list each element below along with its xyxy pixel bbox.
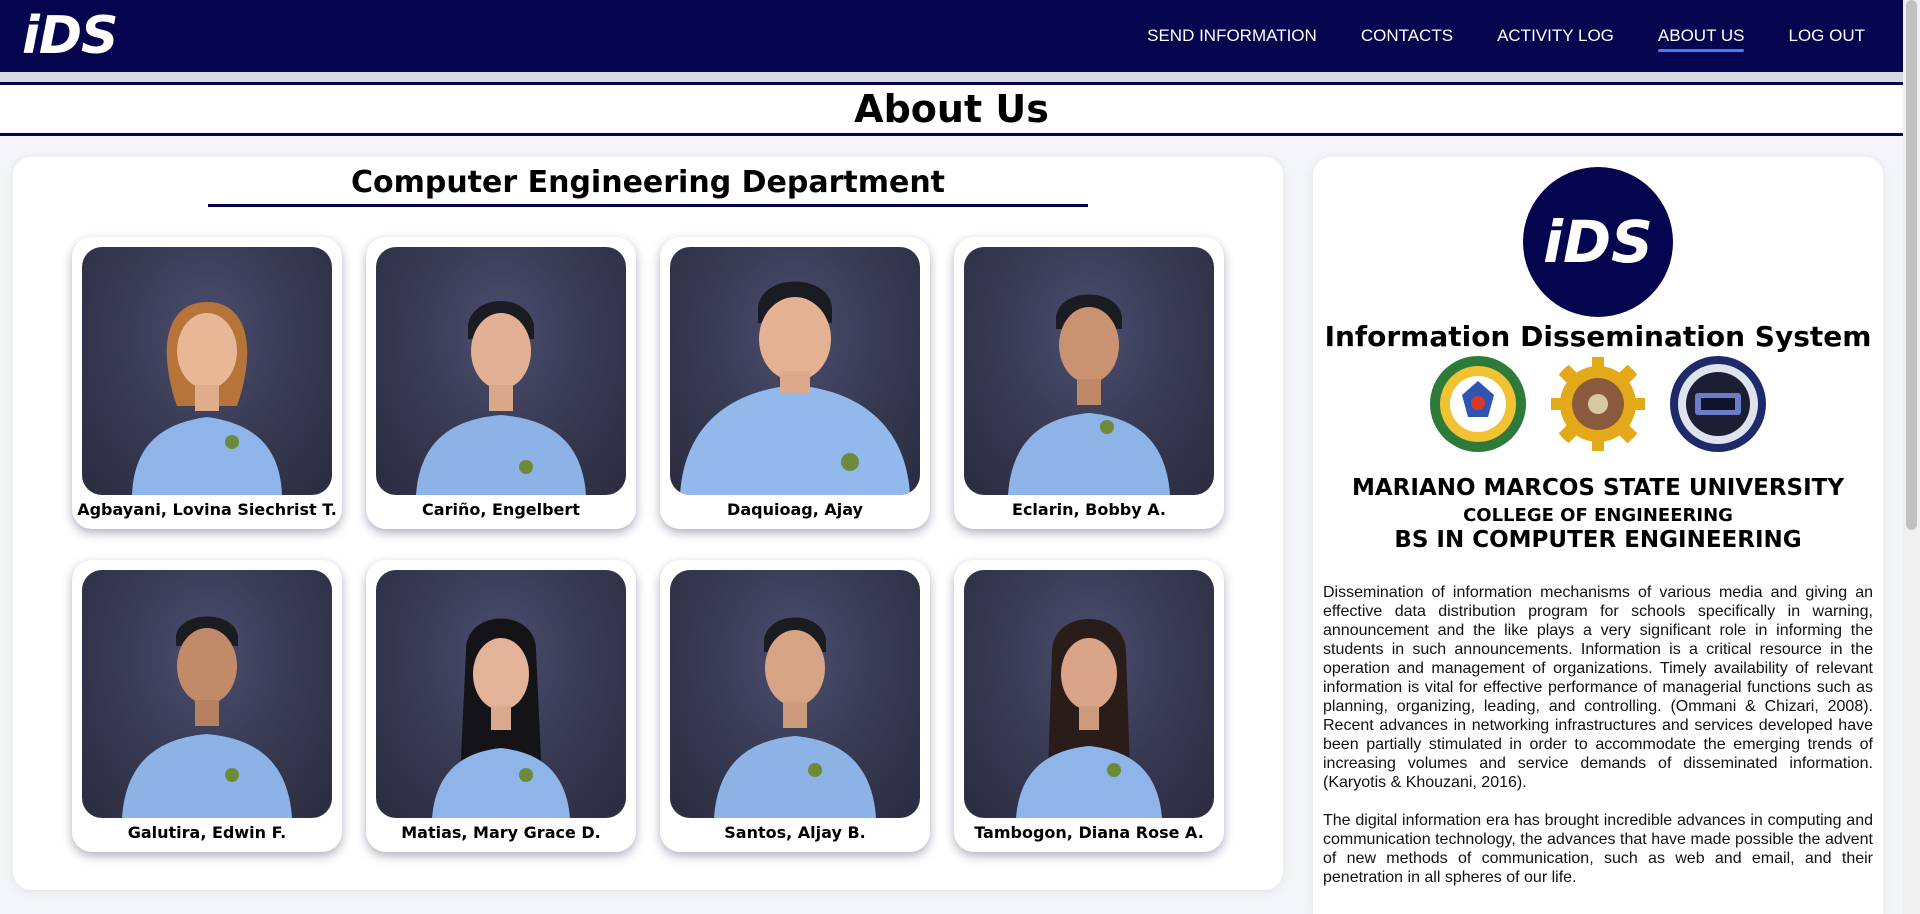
faculty-photo (964, 247, 1214, 495)
description-paragraph: The digital information era has brought … (1323, 812, 1873, 886)
about-panel: iDS Information Dissemination System MAR… (1313, 157, 1883, 914)
faculty-card: Eclarin, Bobby A. (954, 237, 1224, 529)
program-name: BS IN COMPUTER ENGINEERING (1394, 527, 1802, 553)
faculty-name: Eclarin, Bobby A. (1012, 500, 1166, 519)
ids-logo[interactable]: iDS (22, 10, 118, 62)
page-scrollbar[interactable] (1903, 0, 1920, 914)
department-panel: Computer Engineering Department Agbayani… (13, 157, 1283, 890)
university-name: MARIANO MARCOS STATE UNIVERSITY (1351, 475, 1845, 501)
seals-row (1313, 355, 1883, 453)
faculty-name: Galutira, Edwin F. (127, 823, 287, 842)
nav-activity-log[interactable]: ACTIVITY LOG (1475, 0, 1636, 72)
title-bar: About Us (0, 82, 1903, 136)
ids-circle-logo: iDS (1523, 167, 1673, 317)
nav-send-information[interactable]: SEND INFORMATION (1125, 0, 1339, 72)
faculty-photo (82, 247, 332, 495)
faculty-photo (964, 570, 1214, 818)
college-name: COLLEGE OF ENGINEERING (1463, 505, 1733, 526)
nav-contacts[interactable]: CONTACTS (1339, 0, 1475, 72)
faculty-name: Cariño, Engelbert (422, 500, 580, 519)
description-paragraph: Dissemination of information mechanisms … (1323, 584, 1873, 791)
engineering-gear-icon (1551, 357, 1645, 451)
faculty-card: Agbayani, Lovina Siechrist T. (72, 237, 342, 529)
nav-about-us[interactable]: ABOUT US (1636, 0, 1767, 72)
faculty-photo (82, 570, 332, 818)
faculty-photo (376, 570, 626, 818)
faculty-photo (376, 247, 626, 495)
nav-band (0, 72, 1903, 82)
nav-links: SEND INFORMATION CONTACTS ACTIVITY LOG A… (1125, 0, 1887, 72)
faculty-name: Tambogon, Diana Rose A. (974, 823, 1204, 842)
university-seal-icon (1430, 356, 1526, 452)
faculty-card: Daquioag, Ajay (660, 237, 930, 529)
navbar: iDS SEND INFORMATION CONTACTS ACTIVITY L… (0, 0, 1903, 72)
faculty-card: Matias, Mary Grace D. (366, 560, 636, 852)
faculty-name: Santos, Aljay B. (724, 823, 866, 842)
system-name: Information Dissemination System (1324, 320, 1872, 353)
faculty-card: Galutira, Edwin F. (72, 560, 342, 852)
scrollbar-thumb[interactable] (1906, 0, 1917, 530)
about-page: iDS SEND INFORMATION CONTACTS ACTIVITY L… (0, 0, 1920, 914)
page-title: About Us (854, 87, 1049, 131)
faculty-name: Daquioag, Ajay (727, 500, 863, 519)
faculty-name: Matias, Mary Grace D. (401, 823, 601, 842)
faculty-name: Agbayani, Lovina Siechrist T. (77, 500, 337, 519)
nav-log-out[interactable]: LOG OUT (1766, 0, 1887, 72)
description: Dissemination of information mechanisms … (1323, 583, 1873, 906)
department-title: Computer Engineering Department (208, 165, 1088, 207)
cpe-society-seal-icon (1670, 356, 1766, 452)
faculty-card: Santos, Aljay B. (660, 560, 930, 852)
faculty-photo (670, 570, 920, 818)
faculty-card: Cariño, Engelbert (366, 237, 636, 529)
faculty-grid: Agbayani, Lovina Siechrist T. Cariño, En… (72, 237, 1232, 857)
faculty-photo (670, 247, 920, 495)
faculty-card: Tambogon, Diana Rose A. (954, 560, 1224, 852)
